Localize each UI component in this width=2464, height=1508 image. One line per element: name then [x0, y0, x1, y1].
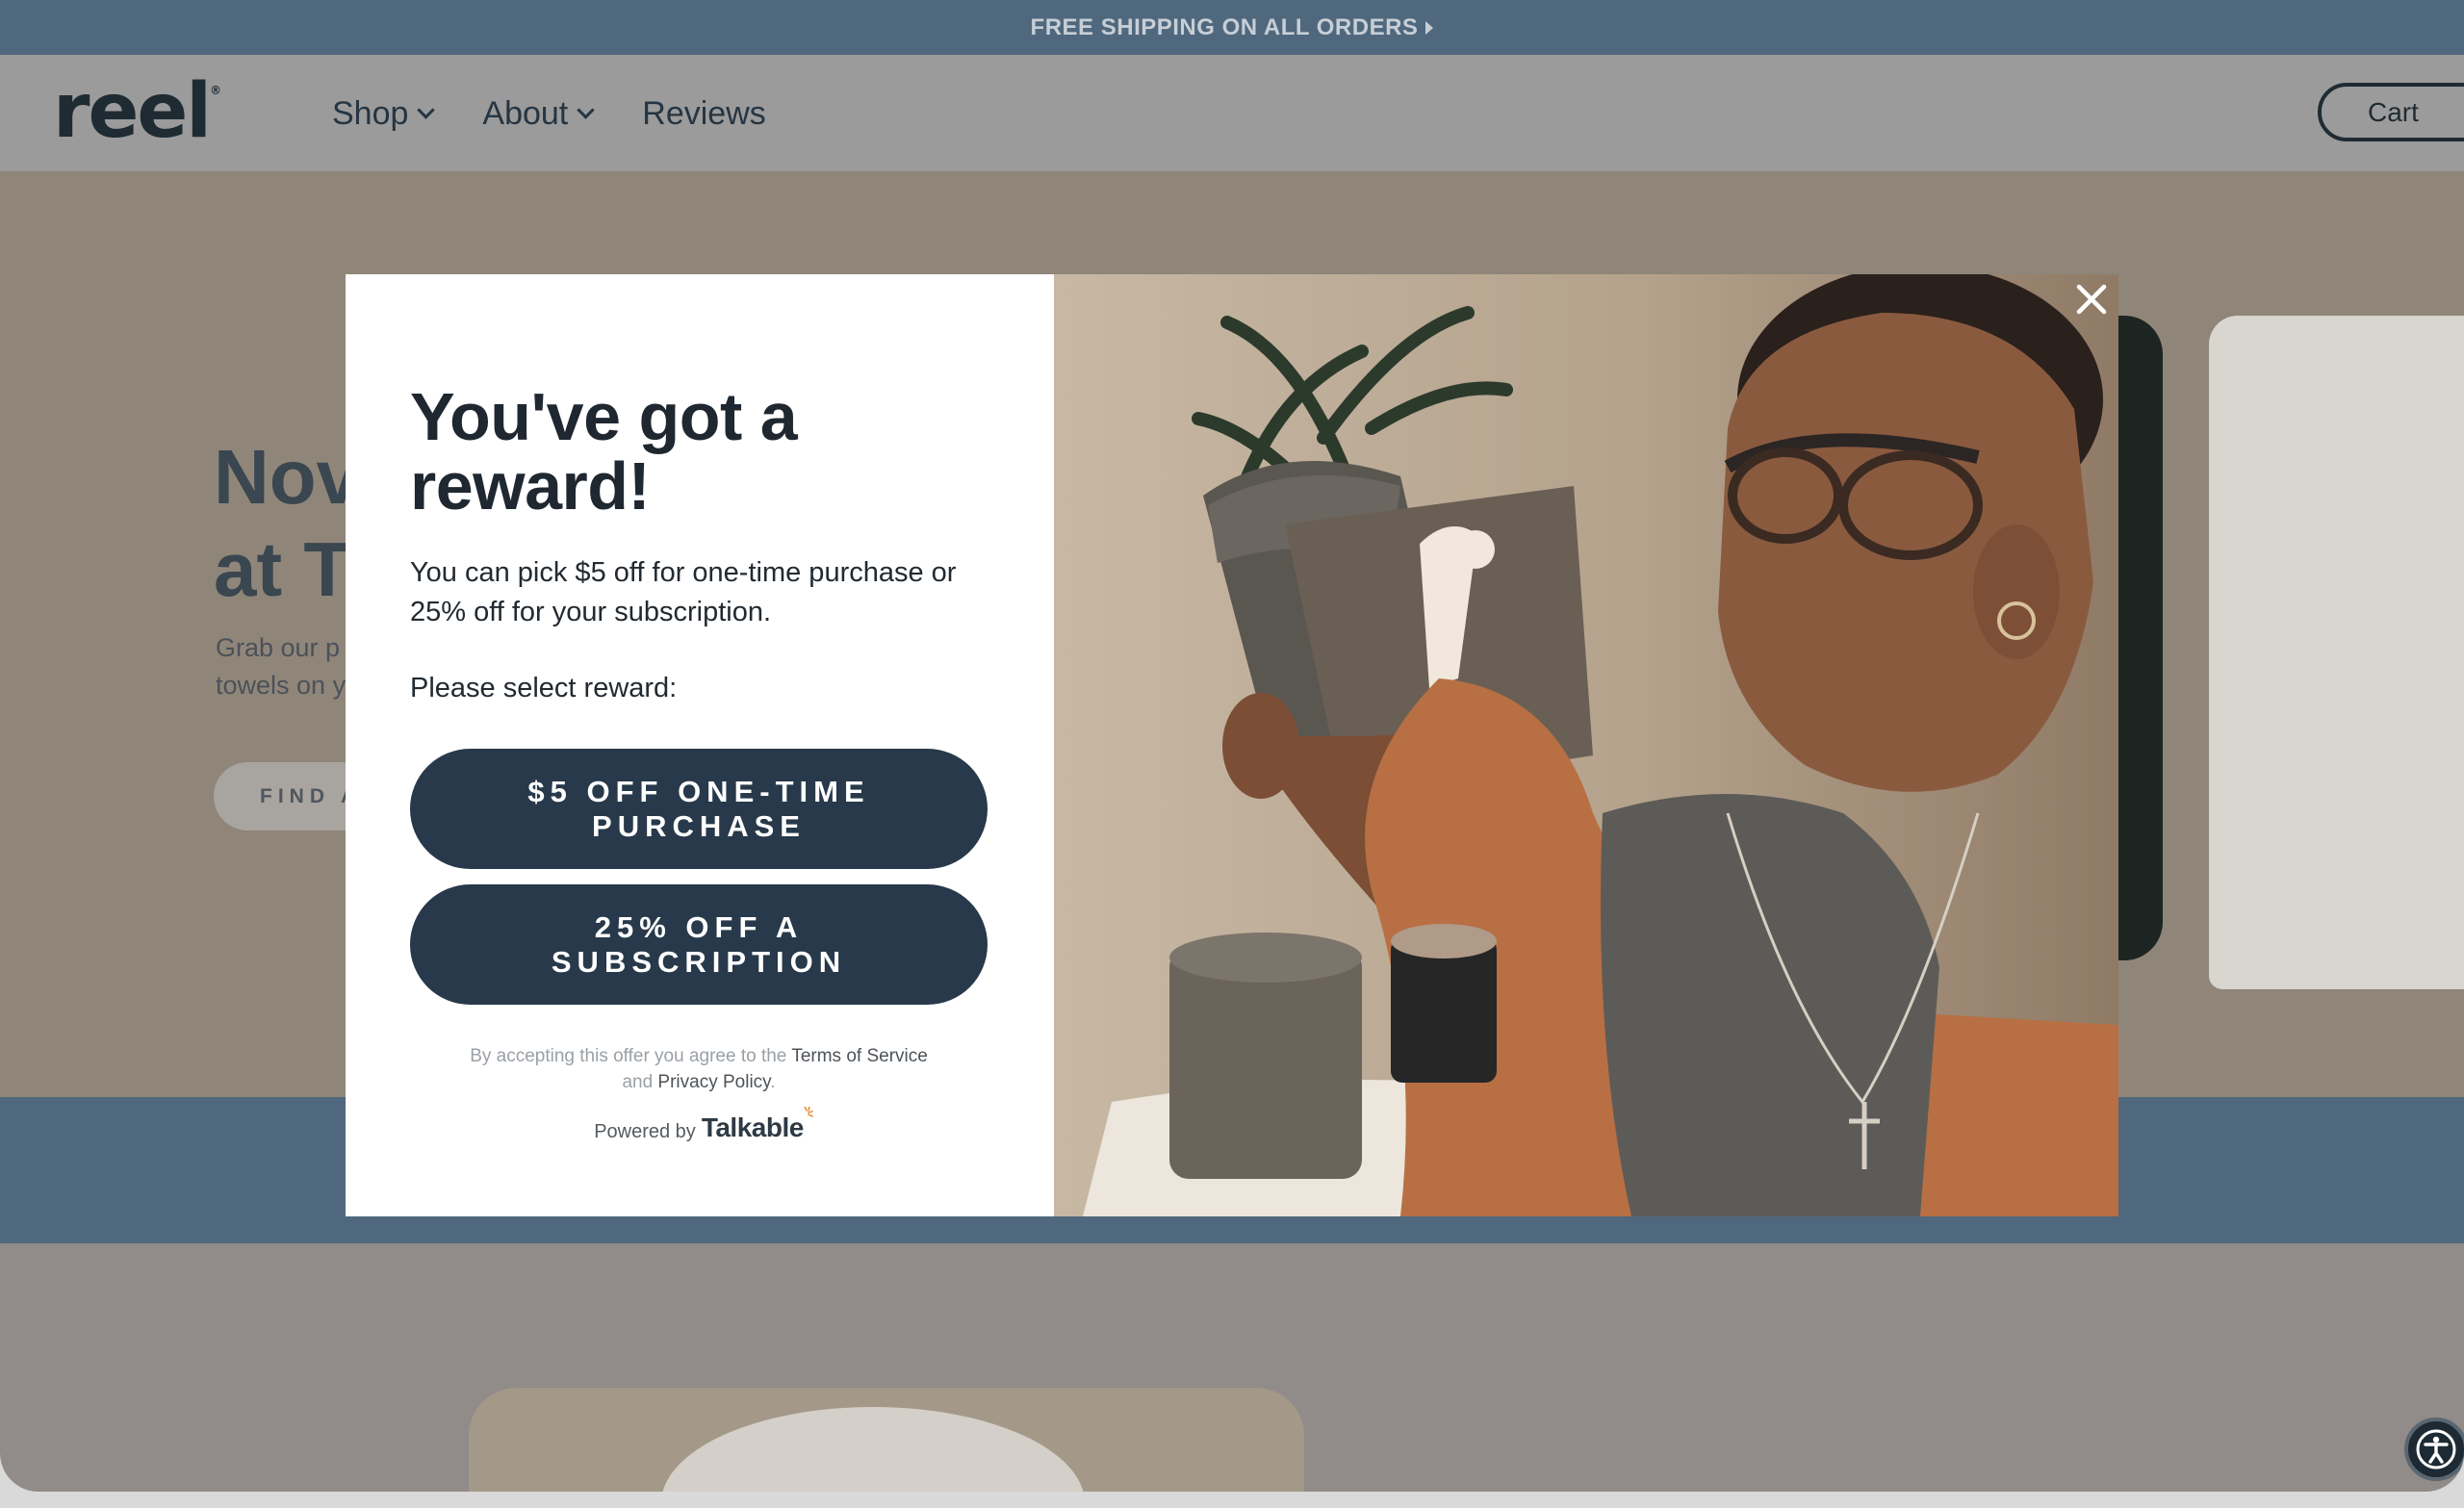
hero-subtitle: Grab our p towels on y: [216, 633, 346, 700]
terms-link[interactable]: Terms of Service: [791, 1046, 927, 1066]
chevron-down-icon[interactable]: [577, 101, 595, 119]
spark-icon: [803, 1107, 813, 1117]
talkable-logo[interactable]: Talkable: [702, 1107, 813, 1143]
reward-panel: You've got a reward! You can pick $5 off…: [346, 274, 1054, 1216]
powered-by: Powered by Talkable: [410, 1107, 988, 1143]
reward-prompt: Please select reward:: [410, 673, 678, 703]
accessibility-icon: [2416, 1429, 2456, 1470]
lower-section: [0, 1243, 2464, 1492]
hero-title: Nov at T: [214, 434, 360, 612]
announcement-text[interactable]: FREE SHIPPING ON ALL ORDERS: [1031, 14, 1419, 41]
nav-item-reviews[interactable]: Reviews: [642, 95, 765, 133]
nav-item-about[interactable]: About: [482, 95, 595, 133]
modal-description: You can pick $5 off for one-time purchas…: [410, 557, 957, 627]
close-icon: [2076, 284, 2107, 315]
privacy-link[interactable]: Privacy Policy: [657, 1072, 770, 1092]
reward-modal: You've got a reward! You can pick $5 off…: [346, 274, 2118, 1216]
main-nav: Shop About Reviews: [332, 95, 766, 133]
nav-item-label[interactable]: Shop: [332, 95, 408, 133]
photo-illustration: [1054, 274, 2118, 1216]
close-button[interactable]: [2072, 280, 2111, 319]
nav-item-shop[interactable]: Shop: [332, 95, 436, 133]
subscription-reward-button[interactable]: 25% OFF A SUBSCRIPTION: [410, 884, 988, 1005]
modal-title: You've got a reward!: [410, 379, 798, 524]
accessibility-button[interactable]: [2404, 1418, 2464, 1481]
site-header: reel® Shop About Reviews Cart: [0, 55, 2464, 171]
nav-item-label[interactable]: About: [482, 95, 568, 133]
logo[interactable]: reel®: [53, 68, 221, 155]
powered-by-label: Powered by: [594, 1121, 696, 1142]
cart-button[interactable]: Cart: [2318, 83, 2464, 141]
nav-item-label[interactable]: Reviews: [642, 95, 765, 133]
cart-label[interactable]: Cart: [2368, 97, 2419, 128]
one-time-reward-button[interactable]: $5 OFF ONE-TIME PURCHASE: [410, 749, 988, 869]
product-image-towel: [2209, 316, 2464, 989]
caret-right-icon: [1425, 20, 1434, 35]
promo-photo: [1054, 274, 2118, 1216]
announcement-bar[interactable]: FREE SHIPPING ON ALL ORDERS: [0, 0, 2464, 55]
browser-frame: FREE SHIPPING ON ALL ORDERS reel® Shop A…: [0, 0, 2464, 1492]
chevron-down-icon[interactable]: [417, 101, 436, 119]
product-card[interactable]: [469, 1388, 1304, 1492]
legal-text: By accepting this offer you agree to the…: [470, 1046, 928, 1092]
